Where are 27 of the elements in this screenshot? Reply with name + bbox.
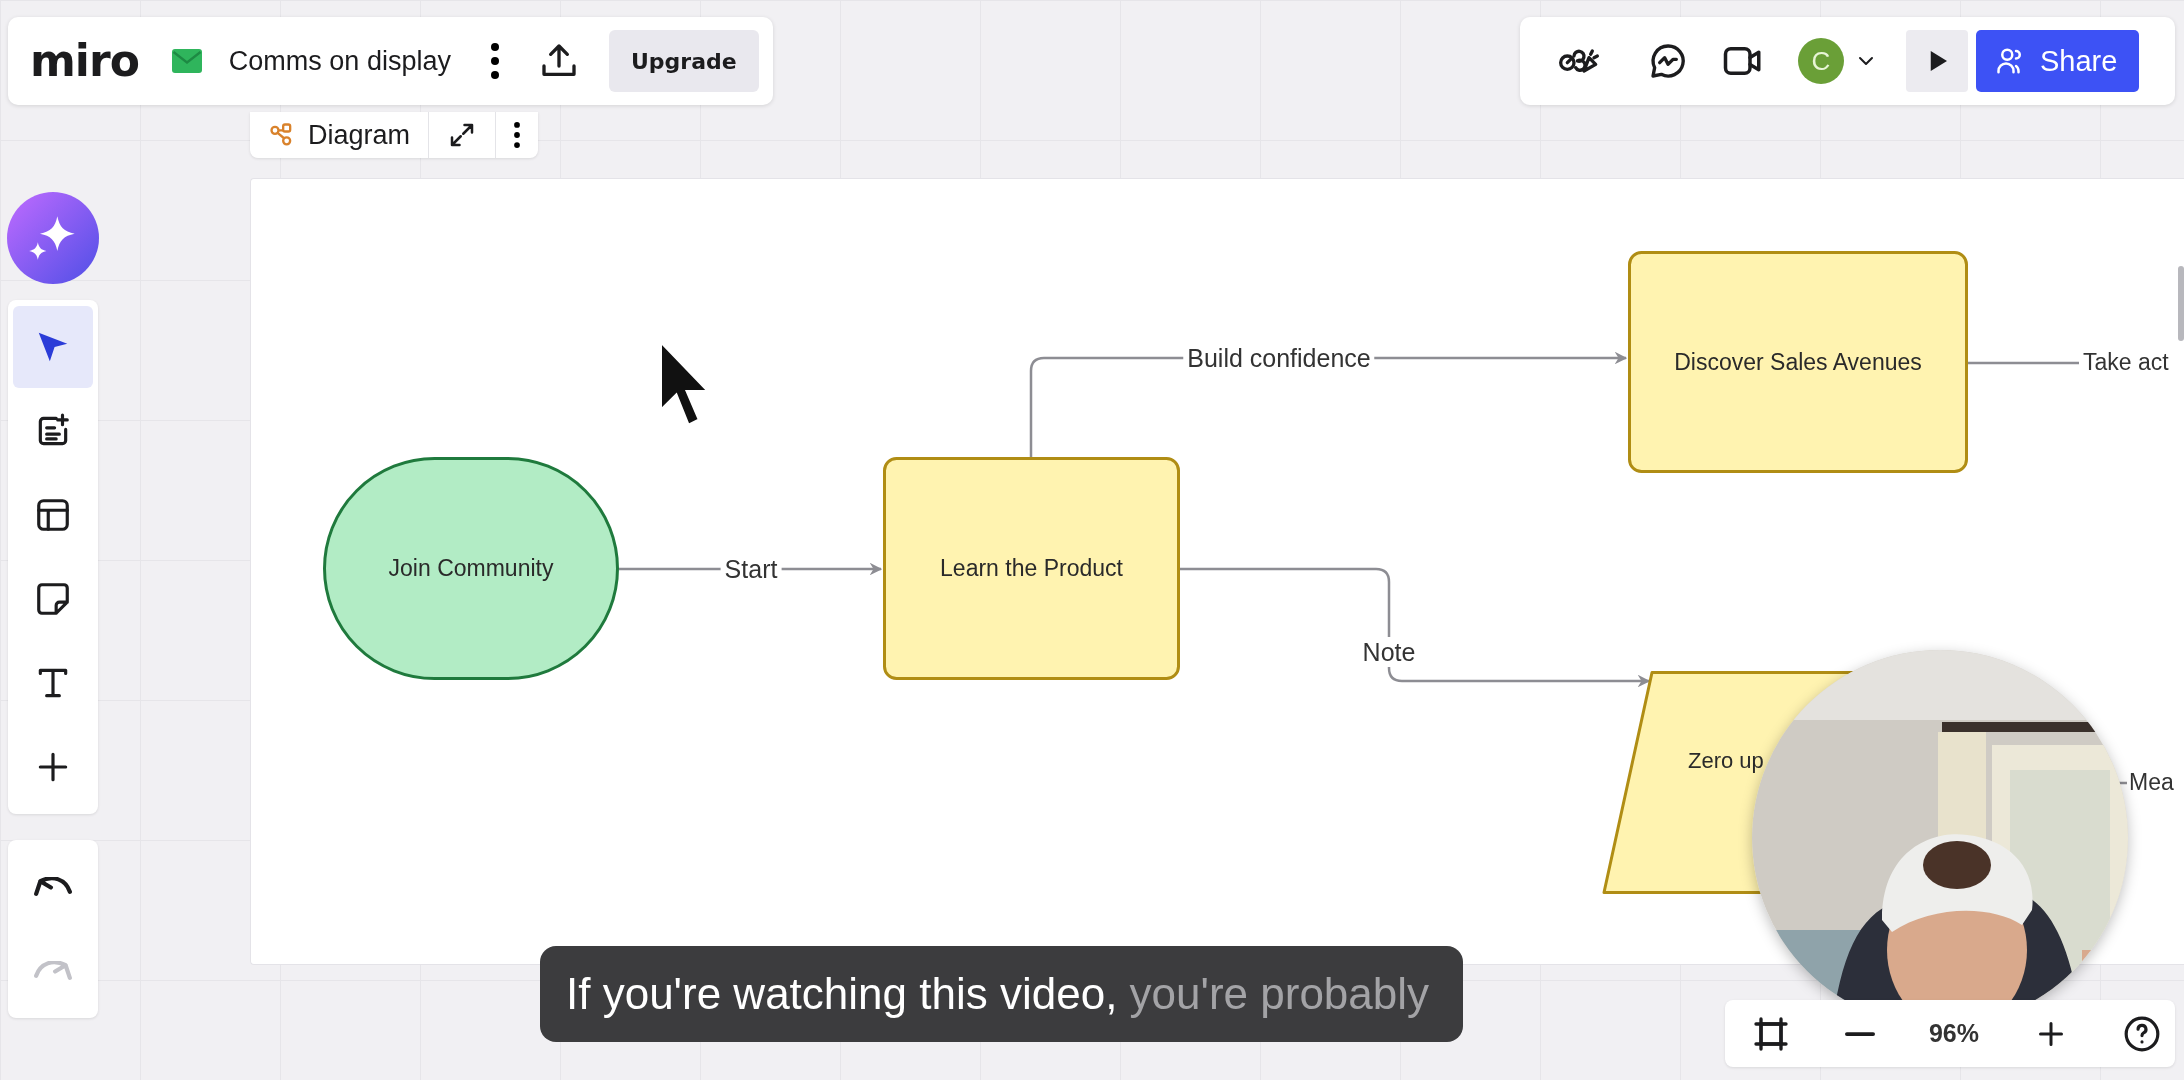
redo-icon [34,961,72,981]
present-button[interactable] [1906,30,1968,92]
upgrade-button[interactable]: Upgrade [608,30,759,92]
board-title[interactable]: Comms on display [228,45,451,77]
node-label: Join Community [388,555,554,582]
miro-logo[interactable]: miro [30,39,139,83]
node-label: Zero up [1688,747,1764,774]
layout-icon [34,496,72,534]
help-icon [2123,1014,2161,1053]
toolbar-button[interactable] [13,306,93,388]
subtitle-caption: If you're watching this video, you're probably [566,969,1430,1019]
more-icon [490,43,499,79]
sticky-note-icon [34,580,72,618]
more-icon [514,122,521,148]
zoom-out-button[interactable] [1845,1031,1875,1036]
minus-icon [1845,1031,1875,1036]
user-avatar: C [1798,38,1844,84]
chat-icon [1648,41,1688,81]
share-button[interactable]: Share [1976,30,2140,92]
more-button[interactable] [490,43,499,79]
node-label: Learn the Product [940,555,1123,582]
chat-button[interactable] [1648,41,1688,81]
node-label: Discover Sales Avenues [1674,348,1922,376]
undo-icon [34,877,72,897]
help-button[interactable] [2123,1014,2161,1053]
zoom-level[interactable]: 96% [1928,1019,1979,1048]
scrollbar-thumb[interactable] [2178,266,2184,341]
